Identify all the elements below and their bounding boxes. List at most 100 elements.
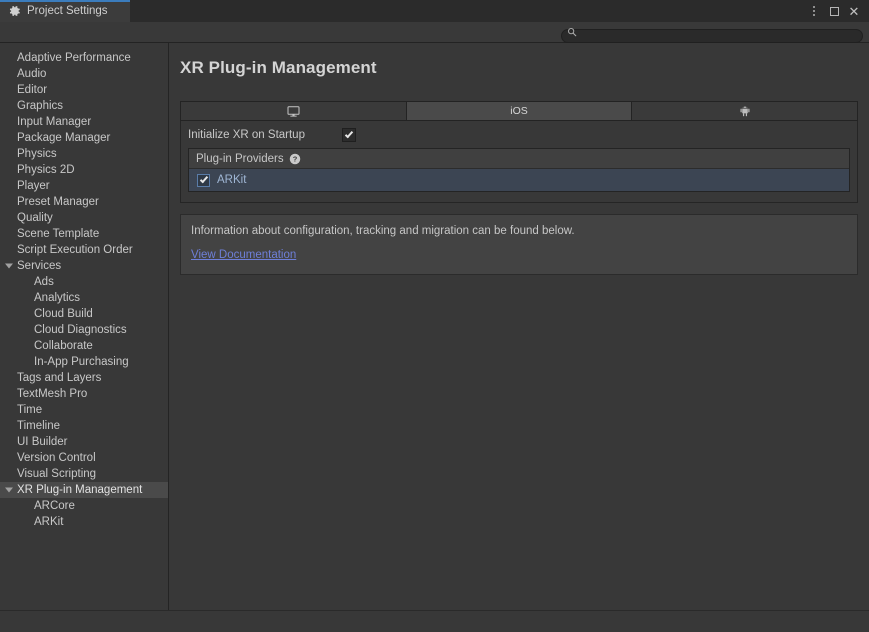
sidebar-item-script-execution-order[interactable]: Script Execution Order — [0, 242, 168, 258]
view-documentation-link[interactable]: View Documentation — [191, 249, 296, 261]
sidebar-item-tags-and-layers[interactable]: Tags and Layers — [0, 370, 168, 386]
sidebar-item-label: Analytics — [34, 292, 81, 304]
provider-label: ARKit — [217, 174, 247, 187]
sidebar-item-ads[interactable]: Ads — [0, 274, 168, 290]
tab-ios-label: iOS — [510, 105, 528, 118]
sidebar-item-label: Quality — [17, 212, 53, 224]
tab-ios[interactable]: iOS — [406, 102, 633, 121]
sidebar-item-in-app-purchasing[interactable]: In-App Purchasing — [0, 354, 168, 370]
sidebar-item-version-control[interactable]: Version Control — [0, 450, 168, 466]
sidebar-item-label: Audio — [17, 68, 47, 80]
sidebar-item-preset-manager[interactable]: Preset Manager — [0, 194, 168, 210]
settings-main-panel: XR Plug-in Management iOS Initialize XR … — [169, 43, 869, 610]
info-text: Information about configuration, trackin… — [191, 225, 575, 238]
xr-settings-card: Initialize XR on Startup Plug-in Provide… — [180, 121, 858, 204]
sidebar-item-label: Tags and Layers — [17, 372, 102, 384]
close-icon: ✕ — [848, 3, 860, 19]
sidebar-item-label: Timeline — [17, 420, 61, 432]
sidebar-item-label: Package Manager — [17, 132, 111, 144]
initialize-xr-checkbox[interactable] — [342, 127, 356, 142]
search-input[interactable] — [561, 28, 863, 43]
gear-icon — [9, 6, 20, 16]
settings-toolbar — [0, 22, 869, 43]
sidebar-item-time[interactable]: Time — [0, 402, 168, 418]
sidebar-item-label: Player — [17, 180, 50, 192]
initialize-xr-row[interactable]: Initialize XR on Startup — [181, 121, 857, 148]
sidebar-item-label: Script Execution Order — [17, 244, 133, 256]
sidebar-item-label: Version Control — [17, 452, 96, 464]
sidebar-item-label: Time — [17, 404, 43, 416]
sidebar-item-physics-2d[interactable]: Physics 2D — [0, 162, 168, 178]
desktop-monitor-icon — [287, 106, 300, 117]
sidebar-item-ui-builder[interactable]: UI Builder — [0, 434, 168, 450]
sidebar-item-graphics[interactable]: Graphics — [0, 98, 168, 114]
sidebar-item-arkit[interactable]: ARKit — [0, 514, 168, 530]
maximize-icon — [829, 6, 839, 16]
chevron-down-icon[interactable] — [5, 263, 13, 269]
window-titlebar: Project Settings ✕ — [0, 0, 869, 22]
sidebar-item-label: Physics 2D — [17, 164, 75, 176]
tab-standalone[interactable] — [181, 102, 407, 121]
sidebar-item-label: Editor — [17, 84, 48, 96]
kebab-menu-icon — [813, 6, 815, 16]
sidebar-item-label: UI Builder — [17, 436, 68, 448]
plug-in-providers-header: Plug-in Providers ? — [189, 149, 849, 170]
sidebar-item-label: Cloud Diagnostics — [34, 324, 127, 336]
sidebar-item-adaptive-performance[interactable]: Adaptive Performance — [0, 50, 168, 66]
sidebar-item-label: Input Manager — [17, 116, 92, 128]
sidebar-item-quality[interactable]: Quality — [0, 210, 168, 226]
sidebar-item-player[interactable]: Player — [0, 178, 168, 194]
sidebar-item-label: Visual Scripting — [17, 468, 97, 480]
tab-project-settings[interactable]: Project Settings — [0, 0, 130, 22]
titlebar-spacer — [130, 0, 805, 22]
sidebar-item-input-manager[interactable]: Input Manager — [0, 114, 168, 130]
sidebar-item-xr-plug-in-management[interactable]: XR Plug-in Management — [0, 482, 168, 498]
kebab-menu-button[interactable] — [805, 2, 823, 20]
sidebar-item-timeline[interactable]: Timeline — [0, 418, 168, 434]
sidebar-item-physics[interactable]: Physics — [0, 146, 168, 162]
tab-android[interactable] — [632, 102, 858, 121]
info-box: Information about configuration, trackin… — [180, 214, 858, 276]
close-button[interactable]: ✕ — [845, 2, 863, 20]
window-controls: ✕ — [805, 0, 869, 22]
provider-row-arkit[interactable]: ARKit — [189, 169, 849, 192]
svg-text:?: ? — [292, 155, 297, 164]
sidebar-item-cloud-diagnostics[interactable]: Cloud Diagnostics — [0, 322, 168, 338]
platform-tab-strip[interactable]: iOS — [180, 101, 858, 122]
sidebar-item-collaborate[interactable]: Collaborate — [0, 338, 168, 354]
plug-in-providers-label: Plug-in Providers — [196, 152, 284, 165]
sidebar-item-label: Cloud Build — [34, 308, 93, 320]
sidebar-item-editor[interactable]: Editor — [0, 82, 168, 98]
sidebar-item-label: Scene Template — [17, 228, 100, 240]
sidebar-item-audio[interactable]: Audio — [0, 66, 168, 82]
plug-in-providers-box: Plug-in Providers ? ARKit — [188, 148, 850, 193]
sidebar-item-analytics[interactable]: Analytics — [0, 290, 168, 306]
maximize-button[interactable] — [825, 2, 843, 20]
sidebar-item-arcore[interactable]: ARCore — [0, 498, 168, 514]
tab-label: Project Settings — [27, 5, 108, 17]
sidebar-item-label: Ads — [34, 276, 54, 288]
sidebar-item-label: Adaptive Performance — [17, 52, 131, 64]
sidebar-item-services[interactable]: Services — [0, 258, 168, 274]
arkit-checkbox[interactable] — [197, 173, 210, 187]
settings-body: Adaptive Performance Audio Editor Graphi… — [0, 43, 869, 610]
sidebar-item-cloud-build[interactable]: Cloud Build — [0, 306, 168, 322]
sidebar-item-label: Graphics — [17, 100, 64, 112]
chevron-down-icon[interactable] — [5, 487, 13, 493]
sidebar-item-label: Physics — [17, 148, 57, 160]
sidebar-item-label: Services — [17, 260, 62, 272]
project-settings-window: Project Settings ✕ Adaptive Performance … — [0, 0, 869, 632]
help-icon[interactable]: ? — [289, 153, 301, 165]
sidebar-item-label: ARKit — [34, 516, 64, 528]
sidebar-item-textmesh-pro[interactable]: TextMesh Pro — [0, 386, 168, 402]
sidebar-item-visual-scripting[interactable]: Visual Scripting — [0, 466, 168, 482]
sidebar-item-package-manager[interactable]: Package Manager — [0, 130, 168, 146]
settings-sidebar[interactable]: Adaptive Performance Audio Editor Graphi… — [0, 43, 169, 610]
sidebar-item-label: In-App Purchasing — [34, 356, 129, 368]
sidebar-item-scene-template[interactable]: Scene Template — [0, 226, 168, 242]
android-robot-icon — [740, 106, 750, 117]
page-title: XR Plug-in Management — [180, 58, 377, 77]
status-bar — [0, 610, 869, 632]
sidebar-item-label: XR Plug-in Management — [17, 484, 143, 496]
search-field-wrapper — [561, 25, 863, 43]
